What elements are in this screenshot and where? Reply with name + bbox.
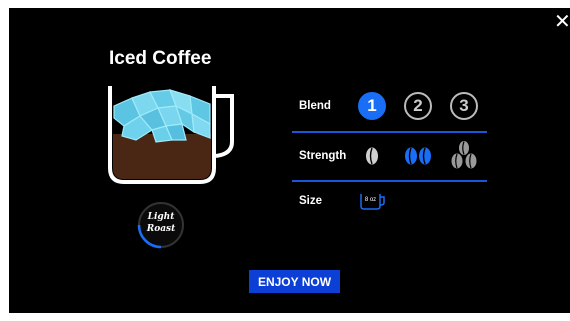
size-cup-8oz-icon[interactable]: 8 oz <box>359 192 387 211</box>
roast-label-line2: Roast <box>146 224 176 234</box>
blend-option-3[interactable]: 3 <box>450 92 478 120</box>
enjoy-now-button[interactable]: ENJOY NOW <box>249 270 340 293</box>
bean-light-icon[interactable] <box>364 146 380 166</box>
blend-label: Blend <box>299 100 331 112</box>
blend-option-1[interactable]: 1 <box>358 92 386 120</box>
iced-coffee-mug-illustration <box>108 86 234 184</box>
coffee-order-dialog <box>9 8 570 313</box>
divider-strength-size <box>292 180 487 182</box>
blend-option-2[interactable]: 2 <box>404 92 432 120</box>
size-label: Size <box>299 195 323 207</box>
roast-label: Light Roast <box>135 211 187 235</box>
bean-medium-icon[interactable] <box>403 146 433 166</box>
bean-strong-icon[interactable] <box>450 140 478 170</box>
strength-label: Strength <box>299 150 347 162</box>
size-cup-label: 8 oz <box>364 197 377 203</box>
roast-label-line1: Light <box>147 212 175 222</box>
divider-blend-strength <box>292 131 487 133</box>
drink-title: Iced Coffee <box>109 48 212 69</box>
close-button[interactable]: ✕ <box>554 11 570 33</box>
